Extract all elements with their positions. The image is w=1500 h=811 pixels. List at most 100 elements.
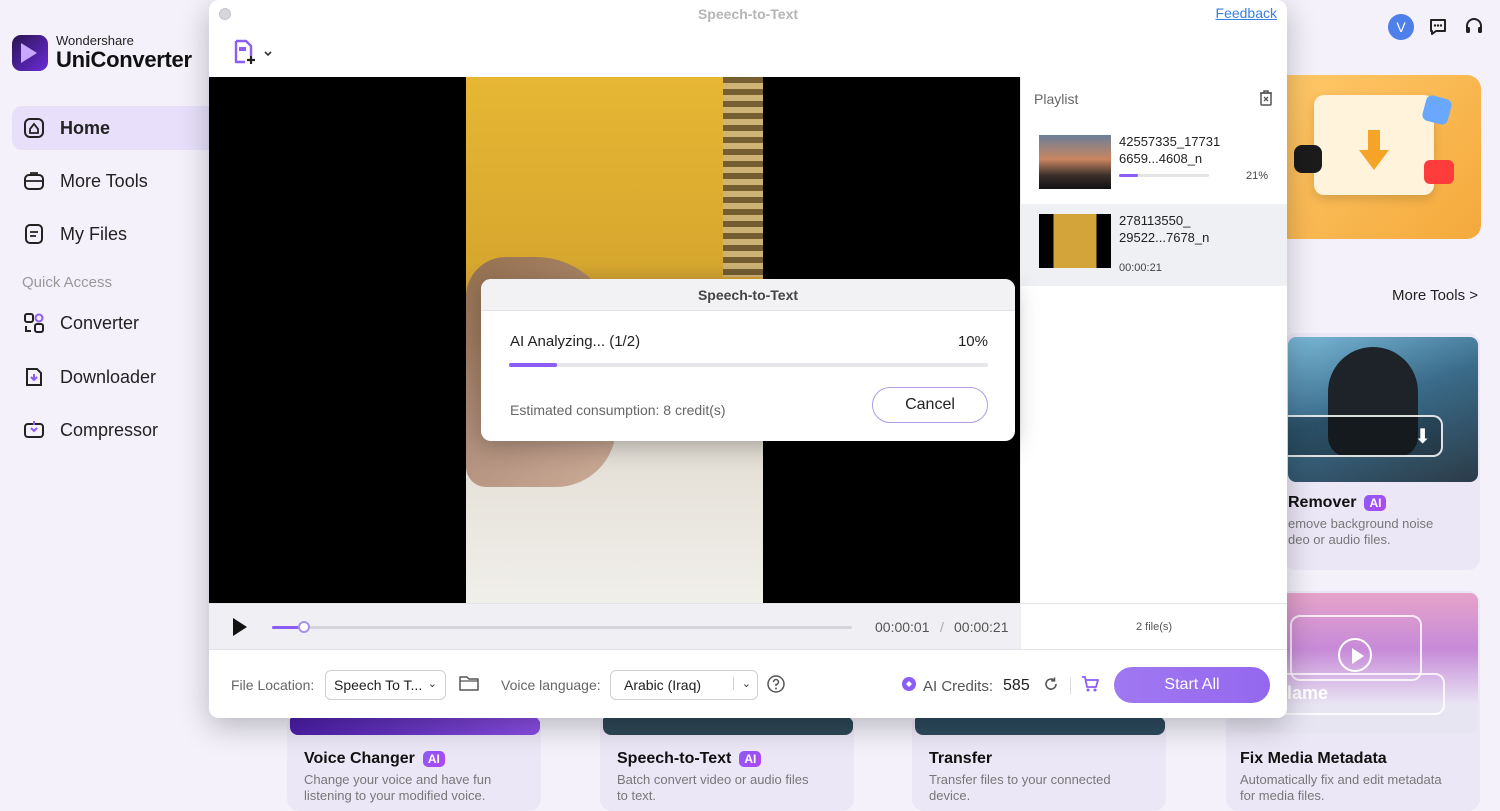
video-thumbnail	[1039, 214, 1111, 268]
app-logo: Wondershare UniConverter	[12, 34, 192, 72]
sidebar-item-converter[interactable]: Converter	[12, 301, 210, 345]
voice-language-select[interactable]: Arabic (Iraq) ⌄	[610, 670, 758, 700]
tool-card-noise-remover[interactable]: ⬇ Remover AI emove background noise deo …	[1284, 333, 1480, 570]
refresh-icon[interactable]	[1042, 675, 1060, 697]
sidebar-item-my-files[interactable]: My Files	[12, 212, 210, 256]
window-titlebar: Speech-to-Text Feedback	[209, 0, 1287, 28]
file-name-line: 278113550_	[1119, 213, 1191, 228]
video-thumbnail	[1039, 135, 1111, 189]
toolbox-icon	[22, 169, 46, 193]
home-icon	[22, 116, 46, 140]
chevron-down-icon: ⌄	[732, 677, 751, 690]
cart-icon[interactable]	[1081, 675, 1099, 697]
quick-access-label: Quick Access	[22, 274, 113, 291]
ai-badge: AI	[739, 751, 762, 767]
play-icon	[1338, 638, 1372, 672]
help-icon[interactable]	[766, 674, 786, 699]
file-progress-bar	[1119, 174, 1209, 177]
file-location-label: File Location:	[231, 677, 315, 693]
seek-bar[interactable]	[272, 626, 852, 629]
user-avatar[interactable]: V	[1388, 14, 1414, 40]
modal-title: Speech-to-Text	[481, 279, 1015, 311]
card-title: Remover	[1288, 494, 1357, 511]
settings-bar: File Location: Speech To T... ⌄ Voice la…	[209, 649, 1287, 718]
add-file-button[interactable]	[231, 38, 273, 71]
ai-credits-icon	[901, 676, 917, 696]
file-location-value: Speech To T...	[334, 677, 423, 693]
card-desc-line: Batch convert video or audio files	[617, 772, 809, 787]
support-headset-icon[interactable]	[1462, 15, 1486, 39]
file-name-line: 29522...7678_n	[1119, 230, 1210, 245]
file-name-line: 6659...4608_n	[1119, 151, 1203, 166]
sidebar-item-label: More Tools	[60, 170, 148, 191]
tiktok-icon	[1294, 145, 1322, 173]
window-title: Speech-to-Text	[697, 6, 799, 22]
downloader-icon	[22, 365, 46, 389]
tool-card-speech-to-text[interactable]: Speech-to-Text AI Batch convert video or…	[600, 715, 854, 811]
ai-credits-value: 585	[1003, 677, 1030, 694]
card-desc-line: deo or audio files.	[1288, 532, 1391, 547]
add-file-icon	[231, 38, 259, 71]
ai-badge: AI	[422, 751, 445, 767]
uniconverter-logo-icon	[12, 35, 48, 71]
card-title: Fix Media Metadata	[1240, 750, 1387, 767]
file-duration: 00:00:21	[1119, 262, 1162, 274]
current-time: 00:00:01	[875, 619, 930, 635]
card-desc-line: Transfer files to your connected	[929, 772, 1111, 787]
card-title: Voice Changer	[304, 750, 415, 767]
card-title: Speech-to-Text	[617, 750, 732, 767]
sidebar-item-more-tools[interactable]: More Tools	[12, 159, 210, 203]
voice-language-value: Arabic (Iraq)	[624, 677, 702, 693]
card-desc-line: to text.	[617, 788, 657, 803]
youtube-icon	[1424, 160, 1454, 184]
playlist-item[interactable]: 42557335_17731 6659...4608_n 21%	[1021, 125, 1287, 207]
analyzing-progress-modal: Speech-to-Text AI Analyzing... (1/2) 10%…	[481, 279, 1015, 441]
tool-card-voice-changer[interactable]: Voice Changer AI Change your voice and h…	[287, 715, 541, 811]
file-location-select[interactable]: Speech To T... ⌄	[325, 670, 446, 700]
feedback-link[interactable]: Feedback	[1216, 5, 1277, 21]
analyzing-progress-bar	[509, 363, 988, 367]
play-icon[interactable]	[233, 618, 247, 636]
sidebar-item-compressor[interactable]: Compressor	[12, 408, 210, 452]
compressor-icon	[22, 418, 46, 442]
sidebar-item-home[interactable]: Home	[12, 106, 210, 150]
player-controls: 00:00:01 / 00:00:21	[209, 603, 1020, 649]
ai-credits-label: AI Credits:	[923, 677, 994, 695]
playlist-item[interactable]: 278113550_ 29522...7678_n 00:00:21	[1021, 204, 1287, 286]
analyzing-percent: 10%	[957, 333, 988, 350]
brand-name: UniConverter	[56, 47, 192, 72]
card-desc-line: listening to your modified voice.	[304, 788, 486, 803]
analyzing-status: AI Analyzing... (1/2)	[510, 333, 641, 350]
sidebar-item-label: Compressor	[60, 419, 159, 440]
sidebar-item-label: Home	[60, 117, 111, 138]
download-icon: ⬇	[1288, 415, 1443, 457]
cancel-button[interactable]: Cancel	[872, 387, 988, 423]
tool-card-transfer[interactable]: Transfer Transfer files to your connecte…	[912, 715, 1166, 811]
promo-banner[interactable]	[1284, 75, 1481, 239]
sidebar-item-label: Downloader	[60, 366, 157, 387]
sidebar-item-label: Converter	[60, 312, 140, 333]
more-tools-link[interactable]: More Tools >	[1392, 287, 1478, 304]
trash-icon[interactable]	[1257, 89, 1275, 112]
top-right-toolbar: V	[1388, 14, 1486, 40]
file-count: 2 file(s)	[1020, 603, 1287, 649]
chevron-down-icon	[263, 46, 273, 64]
sidebar-item-downloader[interactable]: Downloader	[12, 355, 210, 399]
chevron-down-icon: ⌄	[427, 678, 437, 690]
card-desc-line: emove background noise	[1288, 516, 1434, 531]
brand-small: Wondershare	[56, 33, 134, 48]
card-title: Transfer	[929, 750, 993, 767]
card-desc-line: device.	[929, 788, 971, 803]
seek-handle[interactable]	[298, 621, 310, 633]
file-icon	[22, 222, 46, 246]
metadata-overlay-text: lame	[1275, 673, 1445, 715]
ai-badge: AI	[1364, 495, 1387, 511]
folder-icon[interactable]	[459, 674, 479, 697]
playlist-header: Playlist	[1034, 91, 1079, 107]
start-all-button[interactable]: Start All	[1114, 667, 1270, 703]
sidebar-item-label: My Files	[60, 223, 127, 244]
playlist-panel: Playlist 42557335_17731 6659...4608_n 21…	[1020, 77, 1287, 603]
converter-icon	[22, 311, 46, 335]
chat-icon[interactable]	[1426, 15, 1450, 39]
file-name-line: 42557335_17731	[1119, 134, 1221, 149]
